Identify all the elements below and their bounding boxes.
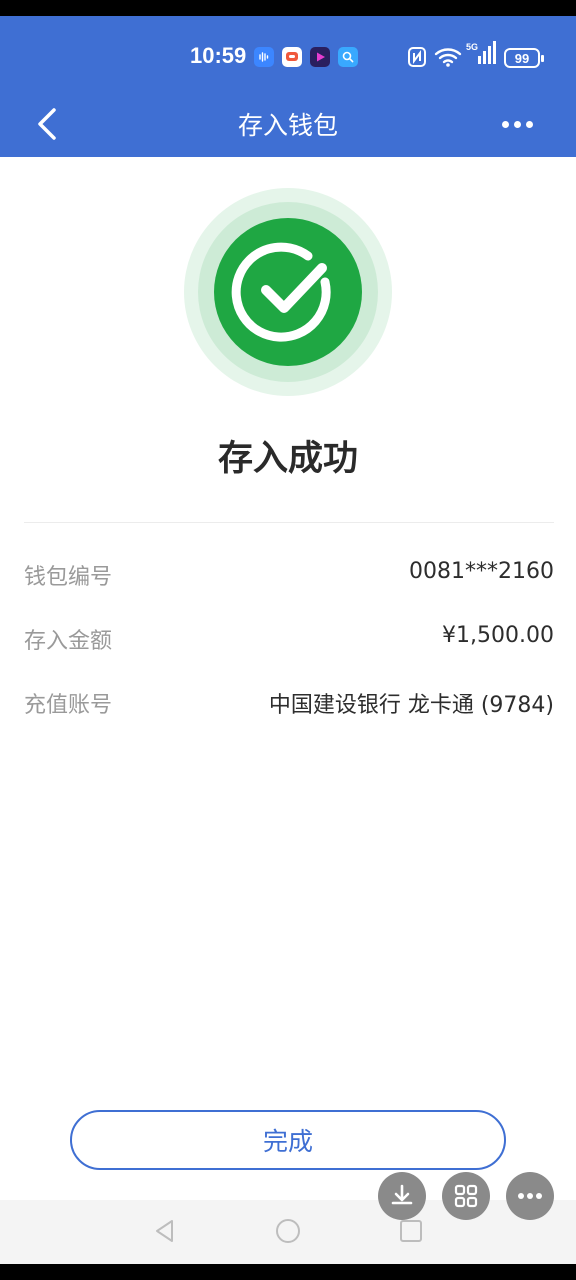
more-icon[interactable] bbox=[506, 1172, 554, 1220]
search-app-icon bbox=[338, 47, 358, 67]
grid-icon[interactable] bbox=[442, 1172, 490, 1220]
battery-icon: 99 bbox=[504, 48, 544, 68]
system-nav-bar bbox=[0, 1200, 576, 1264]
wifi-icon bbox=[434, 46, 462, 68]
detail-row-wallet-number: 钱包编号 0081***2160 bbox=[24, 553, 554, 593]
more-dots-icon[interactable] bbox=[494, 106, 540, 142]
result-title: 存入成功 bbox=[217, 439, 358, 479]
nfc-icon bbox=[408, 46, 426, 68]
detail-value: ¥1,500.00 bbox=[442, 623, 554, 648]
detail-row-recharge-account: 充值账号 中国建设银行 龙卡通 (9784) bbox=[24, 681, 554, 721]
recents-square-icon[interactable] bbox=[396, 1216, 426, 1246]
sound-wave-app-icon bbox=[254, 47, 274, 67]
video-app-icon bbox=[310, 47, 330, 67]
chat-app-icon bbox=[282, 47, 302, 67]
detail-label: 存入金额 bbox=[24, 629, 113, 654]
success-check-icon bbox=[184, 188, 392, 396]
home-circle-icon[interactable] bbox=[273, 1216, 303, 1246]
status-bar: 10:59 5G 99 bbox=[0, 38, 576, 78]
network-type-label: 5G bbox=[466, 42, 479, 52]
detail-row-amount: 存入金额 ¥1,500.00 bbox=[24, 617, 554, 657]
status-time: 10:59 bbox=[190, 43, 247, 68]
divider bbox=[24, 522, 554, 523]
app-screen: 10:59 5G 99 存入钱包 存入成功 钱包编号 0081***2160 存… bbox=[0, 16, 576, 1264]
detail-label: 钱包编号 bbox=[24, 565, 113, 590]
detail-label: 充值账号 bbox=[24, 693, 113, 718]
download-icon[interactable] bbox=[378, 1172, 426, 1220]
back-triangle-icon[interactable] bbox=[150, 1216, 180, 1246]
page-title: 存入钱包 bbox=[237, 111, 338, 140]
detail-value: 中国建设银行 龙卡通 (9784) bbox=[268, 693, 554, 718]
battery-level: 99 bbox=[514, 50, 530, 66]
detail-value: 0081***2160 bbox=[409, 559, 554, 584]
top-bar: 10:59 5G 99 存入钱包 bbox=[0, 16, 576, 157]
nav-bar: 存入钱包 bbox=[0, 96, 576, 152]
signal-icon: 5G bbox=[466, 41, 496, 64]
done-button[interactable]: 完成 bbox=[70, 1110, 506, 1170]
